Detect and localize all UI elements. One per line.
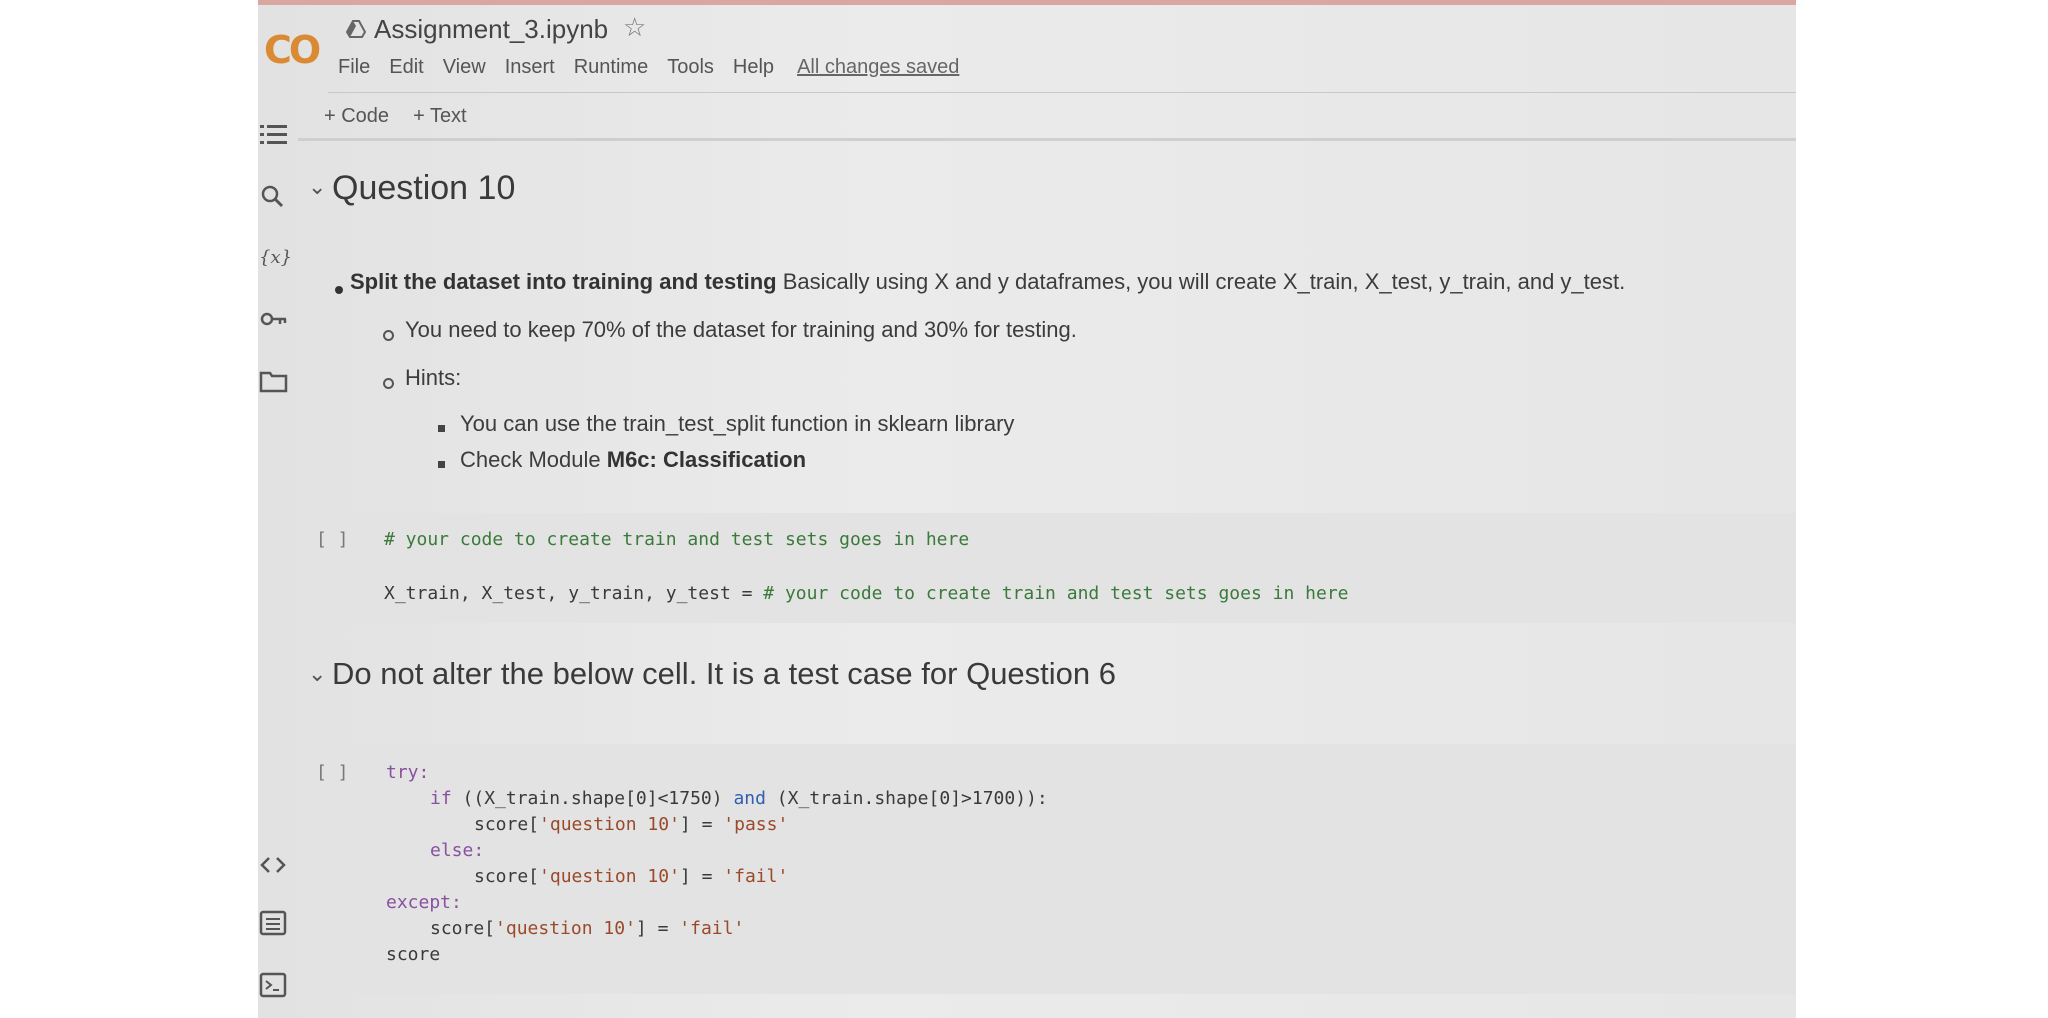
code-line: X_train, X_test, y_train, y_test = # you… bbox=[384, 583, 1349, 604]
key-icon[interactable] bbox=[258, 302, 292, 336]
run-cell-button[interactable]: [ ] bbox=[316, 529, 349, 550]
bullet-square-icon bbox=[438, 425, 445, 432]
code-text: (X_train.shape[0]>1700)): bbox=[765, 788, 1048, 809]
bullet-rest-text: Basically using X and y dataframes, you … bbox=[776, 269, 1626, 294]
code-text: ((X_train.shape[0]<1750) bbox=[451, 788, 734, 809]
command-palette-icon[interactable] bbox=[258, 906, 292, 940]
notebook-content: ⌄ Question 10 Split the dataset into tra… bbox=[298, 141, 1796, 1018]
code-text: ] = bbox=[679, 814, 724, 835]
drive-icon[interactable] bbox=[346, 20, 366, 40]
notebook-toolbar: + Code + Text bbox=[324, 105, 491, 128]
sub-bullet-hints: Hints: bbox=[405, 365, 462, 390]
bullet-instruction: Split the dataset into training and test… bbox=[350, 269, 1625, 295]
menu-file[interactable]: File bbox=[338, 56, 370, 84]
code-string: 'question 10' bbox=[539, 814, 680, 835]
top-accent-bar bbox=[258, 0, 1796, 5]
code-text: X_train, X_test, y_train, y_test = bbox=[384, 583, 764, 604]
variables-icon[interactable]: {x} bbox=[258, 240, 292, 274]
search-icon[interactable] bbox=[258, 180, 292, 214]
colab-window: CO Assignment_3.ipynb ☆ File Edit View I… bbox=[258, 0, 1796, 1018]
code-line: # your code to create train and test set… bbox=[384, 529, 970, 550]
code-string: 'fail' bbox=[679, 918, 745, 939]
code-line: try: bbox=[386, 762, 430, 783]
bullet-disc-icon bbox=[335, 286, 343, 294]
code-keyword: and bbox=[733, 788, 766, 809]
section-heading: Question 10 bbox=[332, 169, 516, 207]
code-string: 'pass' bbox=[723, 814, 789, 835]
code-snippets-icon[interactable] bbox=[258, 848, 292, 882]
code-string: 'fail' bbox=[723, 866, 789, 887]
hint-item: Check Module M6c: Classification bbox=[460, 447, 806, 473]
bullet-bold-text: Split the dataset into training and test… bbox=[350, 269, 777, 294]
folder-icon[interactable] bbox=[258, 364, 292, 398]
section-heading: Do not alter the below cell. It is a tes… bbox=[332, 656, 1117, 691]
code-line: score bbox=[386, 944, 441, 965]
collapse-chevron-icon[interactable]: ⌄ bbox=[308, 661, 326, 687]
menu-help[interactable]: Help bbox=[733, 56, 774, 84]
svg-text:{x}: {x} bbox=[259, 247, 292, 268]
run-cell-button[interactable]: [ ] bbox=[316, 762, 349, 783]
code-line: if ((X_train.shape[0]<1750) and (X_train… bbox=[430, 788, 1048, 809]
code-text: ] = bbox=[679, 866, 724, 887]
collapse-chevron-icon[interactable]: ⌄ bbox=[308, 174, 326, 200]
sub-bullet-split: You need to keep 70% of the dataset for … bbox=[405, 317, 1077, 342]
code-string: 'question 10' bbox=[495, 918, 636, 939]
hint-item: You can use the train_test_split functio… bbox=[460, 411, 1015, 436]
code-string: 'question 10' bbox=[539, 866, 680, 887]
save-status-link[interactable]: All changes saved bbox=[797, 56, 959, 84]
colab-logo[interactable]: CO bbox=[264, 28, 321, 72]
add-text-button[interactable]: + Text bbox=[413, 105, 467, 128]
code-text: score[ bbox=[474, 866, 540, 887]
code-line: score['question 10'] = 'fail' bbox=[474, 866, 788, 887]
menu-insert[interactable]: Insert bbox=[505, 56, 555, 84]
code-text: score[ bbox=[474, 814, 540, 835]
menu-tools[interactable]: Tools bbox=[667, 56, 714, 84]
menu-view[interactable]: View bbox=[443, 56, 486, 84]
code-keyword: if bbox=[430, 788, 452, 809]
star-icon[interactable]: ☆ bbox=[623, 12, 646, 43]
bullet-square-icon bbox=[438, 461, 445, 468]
code-text: ] = bbox=[635, 918, 680, 939]
menu-runtime[interactable]: Runtime bbox=[574, 56, 648, 84]
code-line: score['question 10'] = 'pass' bbox=[474, 814, 788, 835]
code-text: score[ bbox=[430, 918, 496, 939]
bullet-circle-icon bbox=[383, 330, 394, 341]
code-comment: # your code to create train and test set… bbox=[763, 583, 1349, 604]
toc-icon[interactable] bbox=[258, 118, 292, 152]
code-line: score['question 10'] = 'fail' bbox=[430, 918, 744, 939]
code-line: except: bbox=[386, 892, 462, 913]
hint-prefix: Check Module bbox=[460, 447, 607, 472]
menu-edit[interactable]: Edit bbox=[389, 56, 423, 84]
terminal-icon[interactable] bbox=[258, 968, 292, 1002]
add-code-button[interactable]: + Code bbox=[324, 105, 389, 128]
notebook-title[interactable]: Assignment_3.ipynb bbox=[374, 14, 608, 45]
code-line: else: bbox=[430, 840, 485, 861]
bullet-circle-icon bbox=[383, 378, 394, 389]
header-divider bbox=[328, 92, 1796, 93]
hint-module-name: M6c: Classification bbox=[606, 447, 807, 472]
menu-bar: File Edit View Insert Runtime Tools Help… bbox=[338, 56, 959, 84]
